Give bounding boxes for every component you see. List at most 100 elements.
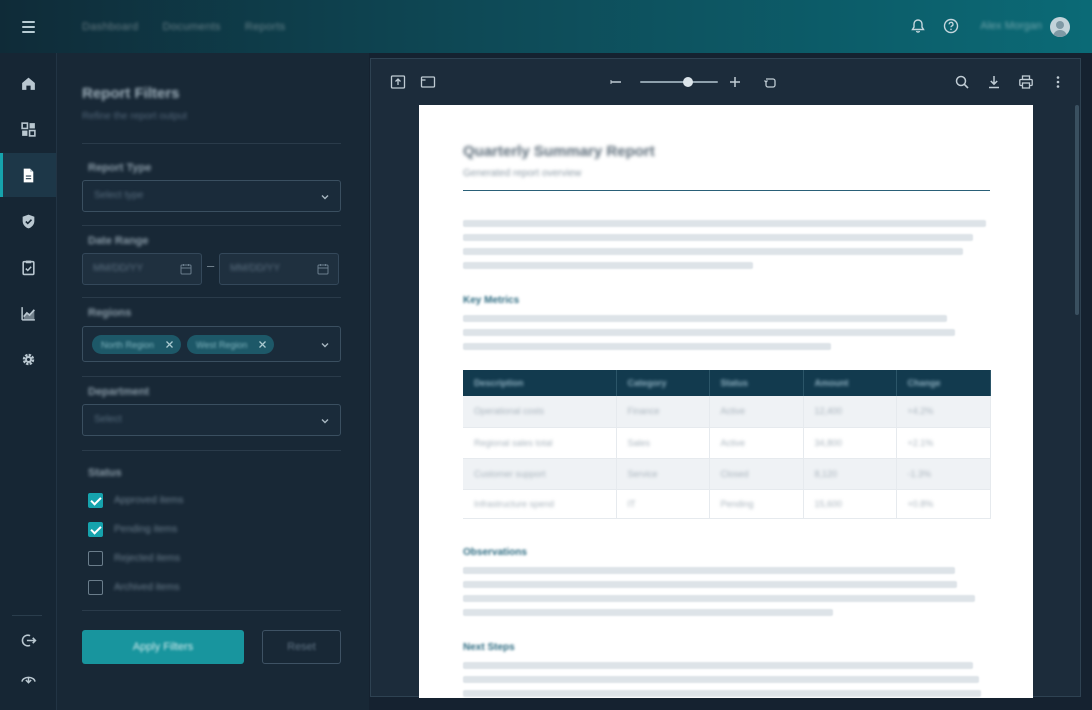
gear-icon: [22, 353, 34, 365]
table-cell: Finance: [627, 406, 660, 417]
table-header: Description: [463, 370, 617, 396]
fit-width-icon[interactable]: [420, 74, 436, 90]
document-viewer: Quarterly Summary Report Generated repor…: [370, 58, 1081, 698]
rail-item-dashboard[interactable]: [0, 107, 56, 151]
help-icon[interactable]: [943, 18, 959, 34]
rail-item-security[interactable]: [0, 199, 56, 243]
zoom-slider-handle[interactable]: [683, 77, 694, 87]
top-nav-item[interactable]: Reports: [245, 21, 286, 33]
zoom-slider[interactable]: [640, 81, 718, 83]
region-chip-label: North Region: [101, 339, 155, 350]
close-icon[interactable]: [258, 340, 267, 349]
table-cell: +2.1%: [907, 437, 934, 448]
date-to-input[interactable]: MM/DD/YY: [219, 253, 339, 285]
status-option[interactable]: Pending items: [88, 521, 177, 537]
checkbox[interactable]: [88, 579, 103, 595]
section-heading: Observations: [463, 547, 527, 558]
section-heading: Key Metrics: [463, 295, 520, 306]
table-cell: Active: [720, 406, 746, 417]
zoom-out-icon[interactable]: [608, 74, 624, 90]
user-name[interactable]: Alex Morgan: [980, 20, 1042, 32]
status-label: Status: [88, 467, 122, 479]
date-from-input[interactable]: MM/DD/YY: [82, 253, 202, 285]
table-cell: 15,600: [814, 498, 843, 509]
table-header: Status: [709, 370, 804, 396]
date-to-value: MM/DD/YY: [230, 263, 280, 274]
text-line: [463, 315, 947, 322]
divider: [82, 225, 341, 226]
date-separator: –: [207, 258, 215, 273]
table-cell: 34,800: [814, 437, 843, 448]
text-line: [463, 581, 957, 588]
report-type-select[interactable]: Select type: [82, 180, 341, 212]
top-bar: Dashboard Documents Reports Alex Morgan: [0, 0, 1092, 53]
table-cell: IT: [627, 498, 636, 509]
scrollbar[interactable]: [1075, 105, 1079, 315]
print-icon[interactable]: [1018, 74, 1034, 90]
region-chip[interactable]: West Region: [187, 335, 274, 354]
document-page: Quarterly Summary Report Generated repor…: [419, 105, 1033, 698]
rotate-icon[interactable]: [762, 74, 778, 90]
panel-subtitle: Refine the report output: [82, 111, 188, 122]
table-cell: Infrastructure spend: [474, 498, 555, 509]
bell-icon[interactable]: [910, 18, 926, 34]
text-line: [463, 662, 973, 669]
divider: [82, 610, 341, 611]
chevron-down-icon: [321, 419, 329, 424]
department-label: Department: [88, 386, 150, 398]
text-line: [463, 329, 955, 336]
status-option-label: Archived items: [114, 581, 180, 593]
apply-filters-label: Apply Filters: [132, 641, 194, 653]
zoom-in-icon[interactable]: [727, 74, 743, 90]
avatar[interactable]: [1050, 17, 1070, 37]
region-chip-label: West Region: [196, 339, 248, 350]
more-options-icon[interactable]: [1050, 74, 1066, 90]
text-line: [463, 595, 975, 602]
text-line: [463, 609, 833, 616]
calendar-icon: [180, 264, 192, 275]
status-option[interactable]: Approved items: [88, 492, 183, 508]
collapse-icon: [20, 676, 36, 684]
rail-item-settings[interactable]: [0, 337, 56, 381]
rail-item-tasks[interactable]: [0, 245, 56, 289]
checkbox[interactable]: [88, 521, 103, 537]
section-heading: Next Steps: [463, 642, 515, 653]
rail-item-analytics[interactable]: [0, 291, 56, 335]
close-icon[interactable]: [165, 340, 174, 349]
status-option[interactable]: Archived items: [88, 579, 180, 595]
download-icon[interactable]: [986, 74, 1002, 90]
status-option-label: Pending items: [114, 523, 178, 535]
reset-label: Reset: [287, 641, 316, 653]
table-cell: Service: [627, 468, 658, 479]
rail-item-logout[interactable]: [0, 618, 56, 662]
checkbox[interactable]: [88, 492, 103, 508]
panel-title: Report Filters: [82, 85, 180, 102]
rail-item-collapse[interactable]: [0, 657, 56, 701]
department-select[interactable]: Select: [82, 404, 341, 436]
table-row: Operational costs Finance Active 12,400 …: [463, 396, 991, 428]
document-title: Quarterly Summary Report: [463, 143, 655, 160]
document-subtitle: Generated report overview: [463, 168, 582, 179]
text-line: [463, 220, 986, 227]
checkbox[interactable]: [88, 550, 103, 566]
region-chip[interactable]: North Region: [92, 335, 181, 354]
divider: [82, 376, 341, 377]
search-icon[interactable]: [954, 74, 970, 90]
document-table: Description Category Status Amount Chang…: [463, 370, 991, 519]
report-type-label: Report Type: [88, 162, 152, 174]
regions-multiselect[interactable]: North Region West Region: [82, 326, 341, 362]
home-icon: [21, 77, 35, 90]
top-nav-item[interactable]: Documents: [163, 21, 221, 33]
table-cell: 8,120: [814, 468, 838, 479]
top-nav-item[interactable]: Dashboard: [82, 21, 139, 33]
rail-item-documents[interactable]: [0, 153, 56, 197]
hamburger-menu-icon[interactable]: [18, 17, 38, 37]
fit-page-icon[interactable]: [390, 74, 406, 90]
clipboard-icon: [21, 260, 35, 275]
table-cell: Operational costs: [474, 406, 545, 417]
rail-item-home[interactable]: [0, 61, 56, 105]
status-option[interactable]: Rejected items: [88, 550, 180, 566]
apply-filters-button[interactable]: Apply Filters: [82, 630, 244, 664]
reset-button[interactable]: Reset: [262, 630, 341, 664]
grid-icon: [20, 121, 36, 137]
